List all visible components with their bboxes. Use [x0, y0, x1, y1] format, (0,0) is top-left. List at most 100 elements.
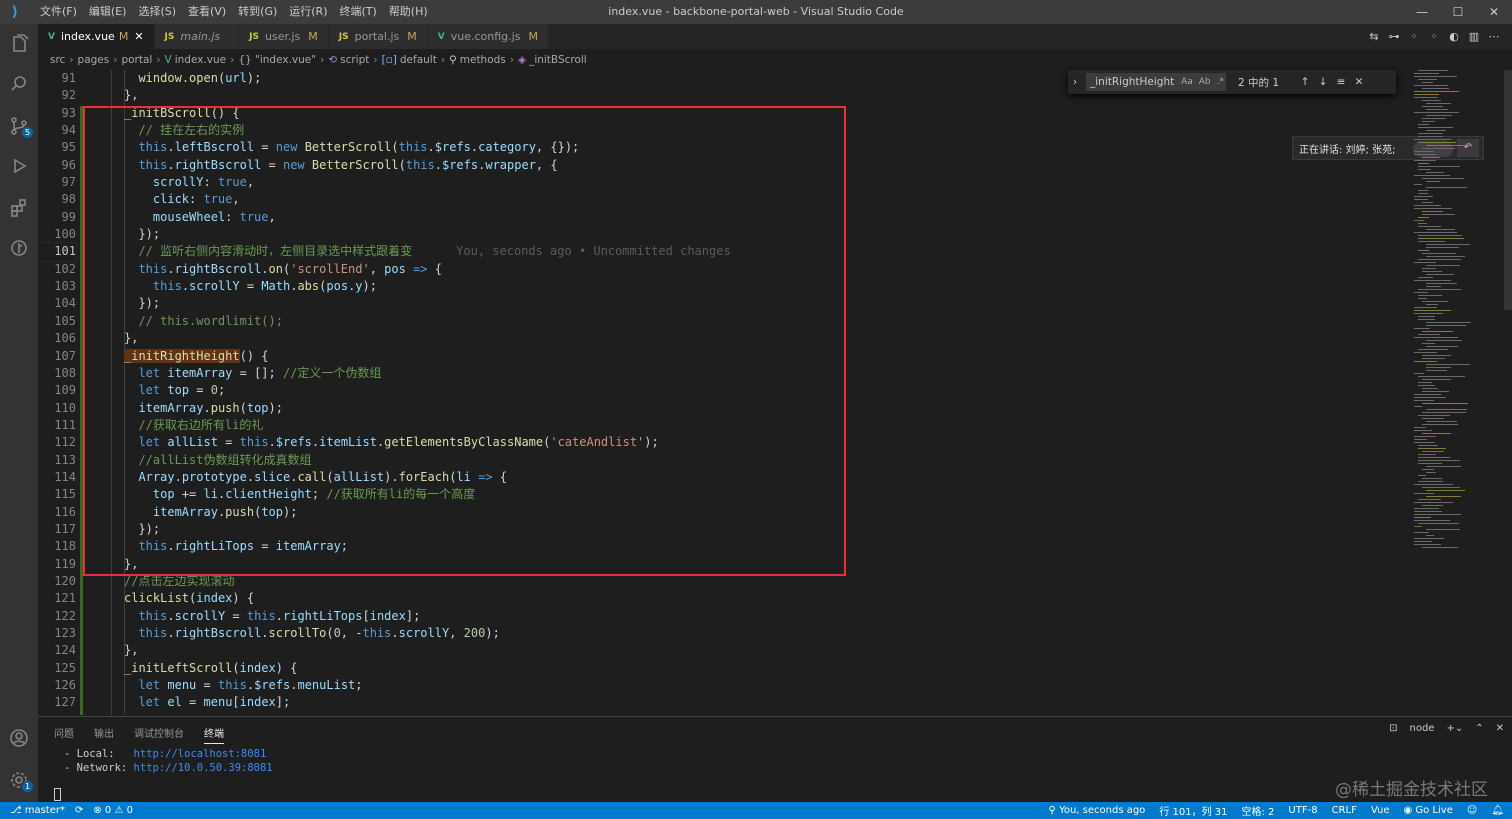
line-number: 101 — [54, 244, 76, 259]
tab-problems[interactable]: 问题 — [54, 725, 74, 744]
terminal-name[interactable]: node — [1409, 723, 1434, 734]
minimap[interactable] — [1410, 70, 1506, 550]
tab-main-js[interactable]: JS main.js — [154, 24, 240, 49]
split-editor-icon[interactable]: ▥ — [1464, 30, 1484, 43]
open-changes-icon[interactable]: ⇆ — [1364, 30, 1384, 43]
code-line: 95 this.leftBscroll = new BetterScroll(t… — [38, 139, 580, 156]
minimap-line — [1422, 343, 1435, 344]
find-input[interactable]: _initRightHeight Aa Ab .* — [1086, 73, 1226, 91]
minimize-button[interactable]: — — [1404, 0, 1440, 24]
feedback-icon[interactable]: ☺ — [1467, 805, 1477, 816]
blame-status[interactable]: ⚲ You, seconds ago — [1049, 805, 1146, 816]
breadcrumb-item[interactable]: _initBScroll — [529, 54, 587, 66]
maximize-button[interactable]: ☐ — [1440, 0, 1476, 24]
tab-vue-config-js[interactable]: V vue.config.js M — [427, 24, 549, 49]
tab-index-vue[interactable]: V index.vue M ✕ — [38, 24, 155, 49]
line-number: 109 — [54, 383, 76, 398]
code-line: 110 itemArray.push(top); — [38, 400, 283, 417]
tab-debug-console[interactable]: 调试控制台 — [134, 725, 184, 744]
explorer-icon[interactable] — [7, 32, 31, 56]
next-change-icon[interactable]: ◦ — [1424, 30, 1444, 43]
match-word-button[interactable]: Ab — [1199, 73, 1211, 91]
close-panel-icon[interactable]: ✕ — [1496, 723, 1504, 734]
close-find-icon[interactable]: ✕ — [1350, 76, 1368, 88]
search-icon[interactable] — [7, 72, 31, 96]
new-terminal-icon[interactable]: +⌄ — [1446, 723, 1463, 734]
minimap-line — [1414, 73, 1439, 74]
toggle-replace-icon[interactable]: › — [1068, 76, 1082, 88]
title-bar: ⟩ 文件(F) 编辑(E) 选择(S) 查看(V) 转到(G) 运行(R) 终端… — [0, 0, 1512, 24]
breadcrumb-item[interactable]: src — [50, 54, 65, 66]
notifications-icon[interactable]: 🔔︎ — [1491, 805, 1504, 816]
chevron-right-icon: › — [156, 54, 161, 66]
line-number: 113 — [54, 452, 76, 467]
breadcrumb-item[interactable]: index.vue — [175, 54, 226, 66]
menu-terminal[interactable]: 终端(T) — [334, 0, 383, 24]
close-tab-icon[interactable]: ✕ — [134, 30, 143, 43]
tab-user-js[interactable]: JS user.js M — [239, 24, 329, 49]
close-window-button[interactable]: ✕ — [1476, 0, 1512, 24]
tab-portal-js[interactable]: JS portal.js M — [328, 24, 428, 49]
git-history-icon[interactable] — [7, 236, 31, 260]
minimap-line — [1426, 421, 1457, 422]
next-match-icon[interactable]: ↓ — [1314, 76, 1332, 88]
find-in-selection-icon[interactable]: ≡ — [1332, 76, 1350, 88]
tab-terminal[interactable]: 终端 — [204, 725, 224, 744]
extensions-icon[interactable] — [7, 196, 31, 220]
editor-scrollbar[interactable] — [1504, 70, 1512, 310]
regex-button[interactable]: .* — [1217, 73, 1224, 91]
cursor-position[interactable]: 行 101，列 31 — [1159, 803, 1227, 818]
go-live-button[interactable]: ◉ Go Live — [1403, 805, 1452, 816]
minimap-line — [1422, 424, 1458, 425]
menu-help[interactable]: 帮助(H) — [383, 0, 434, 24]
menu-view[interactable]: 查看(V) — [182, 0, 232, 24]
breadcrumb-item[interactable]: {} "index.vue" — [238, 54, 316, 66]
indentation[interactable]: 空格: 2 — [1241, 803, 1274, 818]
previous-change-icon[interactable]: ◦ — [1404, 30, 1424, 43]
git-compare-icon[interactable]: ⊶ — [1384, 30, 1404, 43]
menu-selection[interactable]: 选择(S) — [132, 0, 182, 24]
minimap-line — [1426, 367, 1451, 368]
line-number: 120 — [54, 573, 76, 588]
code-text: this.rightBscroll.scrollTo(0, -this.scro… — [138, 626, 500, 640]
minimap-line — [1418, 319, 1435, 320]
breadcrumb-item[interactable]: portal — [121, 54, 152, 66]
encoding[interactable]: UTF-8 — [1288, 805, 1317, 816]
more-actions-icon[interactable]: ⋯ — [1484, 30, 1504, 43]
menu-file[interactable]: 文件(F) — [34, 0, 83, 24]
match-case-button[interactable]: Aa — [1181, 73, 1193, 91]
code-line: 115 top += li.clientHeight; //获取所有li的每一个… — [38, 486, 475, 503]
terminal-link[interactable]: http://localhost:8081 — [134, 748, 267, 760]
menu-edit[interactable]: 编辑(E) — [83, 0, 133, 24]
menu-run[interactable]: 运行(R) — [283, 0, 333, 24]
breadcrumb-item[interactable]: methods — [460, 54, 506, 66]
language-mode[interactable]: Vue — [1371, 805, 1390, 816]
code-text: window.open(url); — [138, 71, 262, 85]
run-debug-icon[interactable] — [7, 154, 31, 178]
tab-output[interactable]: 输出 — [94, 725, 114, 744]
eol[interactable]: CRLF — [1332, 805, 1357, 816]
sync-icon[interactable]: ⟳ — [75, 805, 83, 816]
previous-match-icon[interactable]: ↑ — [1296, 76, 1314, 88]
minimap-line — [1418, 277, 1433, 278]
account-icon[interactable] — [7, 726, 31, 750]
code-line: 123 this.rightBscroll.scrollTo(0, -this.… — [38, 625, 499, 642]
timeline-icon[interactable]: ◐ — [1444, 30, 1464, 43]
settings-gear-icon[interactable]: 1 — [7, 768, 33, 792]
line-number: 119 — [54, 556, 76, 571]
breadcrumb-item[interactable]: script — [340, 54, 369, 66]
code-lines: 91 window.open(url); 92}, 93 _initBScroll… — [38, 70, 731, 712]
problems-status[interactable]: ⊗ 0 ⚠ 0 — [93, 805, 133, 816]
minimap-line — [1422, 106, 1443, 107]
source-control-icon[interactable]: 5 — [7, 114, 33, 138]
terminal-link[interactable]: http://10.0.50.39:8081 — [134, 762, 273, 774]
branch-status[interactable]: ⎇ master* — [10, 805, 65, 816]
maximize-panel-icon[interactable]: ⌃ — [1475, 723, 1483, 734]
terminal-output[interactable]: - Local: http://localhost:8081- Network:… — [64, 747, 273, 775]
line-number: 126 — [54, 678, 76, 693]
breadcrumb-item[interactable]: pages — [78, 54, 110, 66]
line-number: 123 — [54, 626, 76, 640]
breadcrumb-item[interactable]: default — [400, 54, 437, 66]
menu-go[interactable]: 转到(G) — [232, 0, 283, 24]
chevron-right-icon: › — [113, 54, 118, 66]
